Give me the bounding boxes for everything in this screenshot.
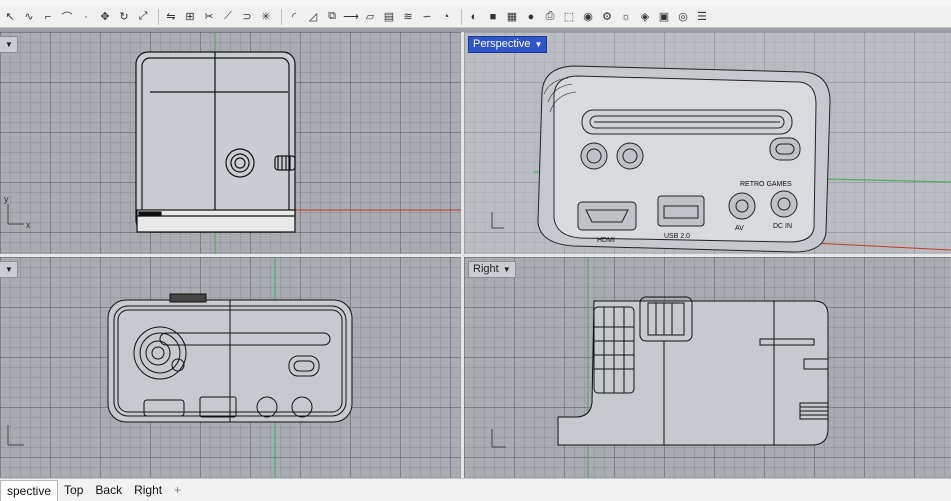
perspective-view-drawing: HDMI USB 2.0 AV DC IN RETRO GAMES (491, 65, 951, 253)
chamfer-icon[interactable]: ◿ (305, 9, 321, 25)
axis-gizmo (491, 212, 504, 229)
viewport-top[interactable]: x y ▼ (0, 32, 461, 254)
viewport-title-back[interactable]: ▼ (0, 261, 18, 278)
material-icon[interactable]: ◈ (637, 9, 653, 25)
extend-icon[interactable]: ⟶ (343, 9, 359, 25)
array-icon[interactable]: ⊞ (182, 9, 198, 25)
viewport-title-perspective[interactable]: Perspective ▼ (468, 36, 548, 53)
chevron-down-icon: ▼ (5, 265, 13, 274)
tab-top[interactable]: Top (58, 480, 89, 500)
viewport-perspective[interactable]: HDMI USB 2.0 AV DC IN RETRO GAMES Perspe… (464, 32, 951, 254)
port-label-usb: USB 2.0 (664, 233, 690, 240)
offset-icon[interactable]: ⧉ (324, 9, 340, 25)
box-icon[interactable]: ⬚ (561, 9, 577, 25)
add-tab-icon[interactable]: + (168, 483, 187, 497)
viewport-back[interactable]: ▼ (0, 257, 461, 478)
axis-gizmo (491, 429, 506, 448)
curve-icon[interactable]: ∿ (21, 9, 37, 25)
mesh-icon[interactable]: ▦ (504, 9, 520, 25)
rotate-icon[interactable]: ↻ (116, 9, 132, 25)
boolean-icon[interactable]: ◐ (466, 9, 482, 25)
brand-label: RETRO GAMES (740, 181, 792, 188)
toolbar-separator (158, 8, 159, 25)
toolbar-separator (281, 8, 282, 25)
arc-icon[interactable]: ⌒ (59, 9, 75, 25)
port-label-dcin: DC IN (773, 223, 792, 230)
fillet-icon[interactable]: ◜ (286, 9, 302, 25)
revolve-icon[interactable]: ◔ (438, 9, 454, 25)
extrude-icon[interactable]: ▤ (381, 9, 397, 25)
polyline-icon[interactable]: ⌐ (40, 9, 56, 25)
select-icon[interactable]: ↖ (2, 9, 18, 25)
sphere-icon[interactable]: ● (523, 9, 539, 25)
back-view-drawing (7, 257, 353, 478)
viewport-title-right[interactable]: Right ▼ (468, 261, 516, 278)
device-side-outline (557, 296, 829, 446)
point-icon[interactable]: · (78, 9, 94, 25)
render-icon[interactable]: ◉ (580, 9, 596, 25)
axis-label-y: y (4, 194, 9, 204)
device-back-outline (107, 293, 353, 423)
right-view-drawing (491, 257, 829, 478)
print-icon[interactable]: ⎙ (542, 9, 558, 25)
settings-icon[interactable]: ⚙ (599, 9, 615, 25)
viewport-right[interactable]: Right ▼ (464, 257, 951, 478)
tab-perspective[interactable]: spective (0, 479, 59, 501)
loft-icon[interactable]: ≋ (400, 9, 416, 25)
split-icon[interactable]: ⟋ (220, 9, 236, 25)
solid-icon[interactable]: ■ (485, 9, 501, 25)
chevron-down-icon: ▼ (534, 40, 543, 49)
chevron-down-icon: ▼ (5, 40, 13, 49)
save-icon[interactable]: ▣ (656, 9, 672, 25)
viewport-splitter-horizontal[interactable] (0, 254, 951, 257)
move-icon[interactable]: ✥ (97, 9, 113, 25)
axis-gizmo (7, 425, 24, 446)
tab-right[interactable]: Right (128, 480, 168, 500)
top-view-drawing: x y (4, 32, 461, 254)
device-top-outline (135, 51, 296, 233)
camera-icon[interactable]: ◎ (675, 9, 691, 25)
toolbar: ↖ ∿ ⌐ ⌒ · ✥ ↻ ⤢ ⇋ ⊞ ✂ ⟋ ⊃ ✳ ◜ ◿ ⧉ ⟶ ▱ ▤ … (0, 6, 951, 28)
light-icon[interactable]: ☼ (618, 9, 634, 25)
layer-icon[interactable]: ☰ (694, 9, 710, 25)
sweep-icon[interactable]: ∽ (419, 9, 435, 25)
join-icon[interactable]: ⊃ (239, 9, 255, 25)
port-label-hdmi: HDMI (597, 237, 615, 244)
toolbar-separator (461, 8, 462, 25)
mirror-icon[interactable]: ⇋ (163, 9, 179, 25)
viewport-title-top[interactable]: ▼ (0, 36, 18, 53)
axis-gizmo (7, 204, 24, 225)
scale-icon[interactable]: ⤢ (135, 9, 151, 25)
viewport-tabs: spective Top Back Right + (0, 478, 951, 501)
trim-icon[interactable]: ✂ (201, 9, 217, 25)
chevron-down-icon: ▼ (502, 265, 511, 274)
tab-back[interactable]: Back (89, 480, 128, 500)
axis-label-x: x (26, 220, 31, 230)
explode-icon[interactable]: ✳ (258, 9, 274, 25)
port-label-av: AV (735, 225, 744, 232)
surface-icon[interactable]: ▱ (362, 9, 378, 25)
